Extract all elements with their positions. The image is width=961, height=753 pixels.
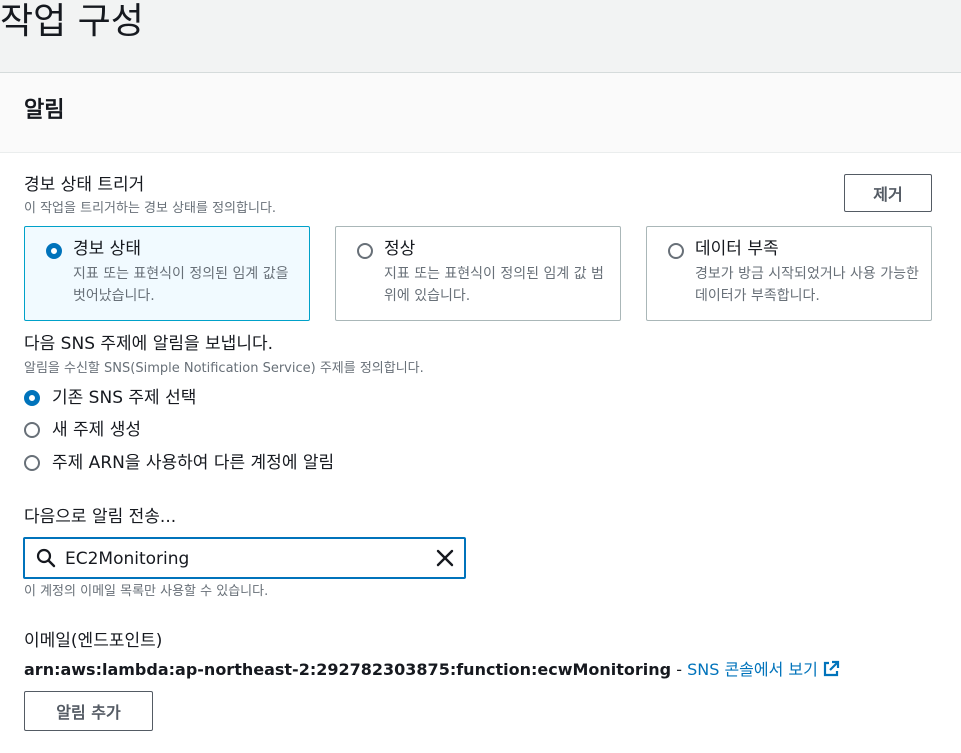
notification-panel: 알림 경보 상태 트리거 이 작업을 트리거하는 경보 상태를 정의합니다. 제… <box>0 72 961 753</box>
search-value[interactable]: EC2Monitoring <box>65 548 189 570</box>
send-to-label: 다음으로 알림 전송... <box>24 507 177 527</box>
tile-insufficient-data[interactable]: 데이터 부족 경보가 방금 시작되었거나 사용 가능한 데이터가 부족합니다. <box>646 226 932 321</box>
sns-topic-description: 알림을 수신할 SNS(Simple Notification Service)… <box>24 361 424 376</box>
tile-title: 경보 상태 <box>73 239 141 259</box>
tile-description: 경보가 방금 시작되었거나 사용 가능한 데이터가 부족합니다. <box>695 266 919 304</box>
option-label: 새 주제 생성 <box>52 420 142 440</box>
tile-title: 데이터 부족 <box>695 239 779 259</box>
external-link-icon[interactable] <box>822 660 840 678</box>
tile-title: 정상 <box>384 239 416 259</box>
endpoint-line: arn:aws:lambda:ap-northeast-2:2927823038… <box>24 659 840 681</box>
radio-new-topic[interactable] <box>24 422 40 438</box>
send-to-hint: 이 계정의 이메일 목록만 사용할 수 있습니다. <box>24 584 269 599</box>
tile-in-alarm[interactable]: 경보 상태 지표 또는 표현식이 정의된 임계 값을 벗어났습니다. <box>24 226 310 321</box>
sns-console-link[interactable]: SNS 콘솔에서 보기 <box>687 660 818 679</box>
remove-button[interactable]: 제거 <box>844 174 932 212</box>
alarm-state-trigger-label: 경보 상태 트리거 <box>24 175 145 195</box>
endpoint-label: 이메일(엔드포인트) <box>24 631 163 651</box>
tile-description: 지표 또는 표현식이 정의된 임계 값 범위에 있습니다. <box>384 266 604 304</box>
sns-topic-label: 다음 SNS 주제에 알림을 보냅니다. <box>24 334 273 354</box>
alarm-state-trigger-description: 이 작업을 트리거하는 경보 상태를 정의합니다. <box>24 201 277 216</box>
tile-description: 지표 또는 표현식이 정의된 임계 값을 벗어났습니다. <box>73 266 289 304</box>
radio-existing-topic[interactable] <box>24 390 40 406</box>
panel-title: 알림 <box>24 98 65 123</box>
tile-ok[interactable]: 정상 지표 또는 표현식이 정의된 임계 값 범위에 있습니다. <box>335 226 621 321</box>
panel-header: 알림 <box>0 73 961 153</box>
send-to-search-input[interactable]: EC2Monitoring <box>23 537 466 579</box>
close-icon[interactable] <box>435 548 455 568</box>
search-icon <box>36 548 56 568</box>
radio-insufficient-data[interactable] <box>668 243 684 259</box>
add-notification-button[interactable]: 알림 추가 <box>24 691 153 731</box>
option-label: 기존 SNS 주제 선택 <box>52 388 197 408</box>
page-title: 작업 구성 <box>0 1 144 42</box>
option-label: 주제 ARN을 사용하여 다른 계정에 알림 <box>52 453 335 473</box>
endpoint-arn: arn:aws:lambda:ap-northeast-2:2927823038… <box>24 660 672 679</box>
radio-topic-arn[interactable] <box>24 455 40 471</box>
radio-ok[interactable] <box>357 243 373 259</box>
endpoint-separator: - <box>671 660 688 679</box>
radio-in-alarm[interactable] <box>46 243 62 259</box>
